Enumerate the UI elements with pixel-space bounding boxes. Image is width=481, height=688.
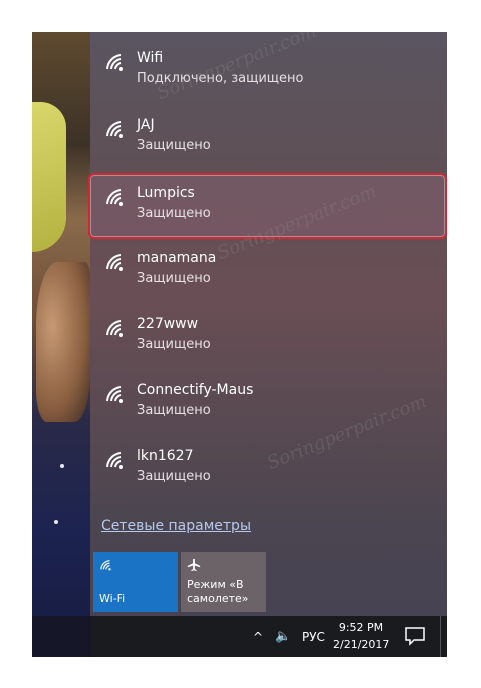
wifi-icon: [100, 560, 111, 571]
network-status: Защищено: [137, 271, 211, 286]
airplane-tile-label-line: Режим «В: [187, 578, 244, 591]
network-status: Защищено: [137, 138, 211, 153]
wallpaper-shape: [36, 262, 90, 422]
network-name: Wifi: [137, 50, 164, 66]
airplane-tile-label-line: самолете»: [187, 592, 249, 605]
network-status: Подключено, защищено: [137, 71, 304, 86]
network-name: Connectify-Maus: [137, 382, 254, 398]
airplane-mode-tile[interactable]: Режим «В самолете»: [181, 552, 266, 612]
airplane-tile-label: Режим «В самолете»: [187, 578, 249, 606]
clock-time: 9:52 PM: [338, 621, 384, 634]
volume-icon[interactable]: 🔈: [275, 616, 291, 657]
network-status: Защищено: [137, 469, 211, 484]
wifi-signal-icon: [106, 121, 123, 138]
wallpaper-dot: [54, 520, 58, 524]
network-status: Защищено: [137, 337, 211, 352]
network-name: 227www: [137, 316, 199, 332]
clock-date: 2/21/2017: [333, 638, 390, 651]
network-name: lkn1627: [137, 448, 194, 464]
network-item-jaj[interactable]: JAJ Защищено: [90, 107, 447, 173]
wifi-tile-label: Wi-Fi: [99, 592, 126, 605]
desktop-wallpaper: [32, 32, 90, 657]
taskbar: ^ 🔈 РУС 9:52 PM 2/21/2017: [32, 616, 447, 657]
taskbar-left: [32, 616, 90, 657]
network-status: Защищено: [137, 403, 211, 418]
input-language-indicator[interactable]: РУС: [302, 616, 325, 657]
taskbar-clock[interactable]: 9:52 PM 2/21/2017: [333, 619, 389, 653]
wallpaper-dot: [60, 464, 64, 468]
wifi-signal-icon: [106, 320, 123, 337]
airplane-icon: [187, 558, 201, 572]
network-name: JAJ: [137, 117, 155, 133]
network-item-lkn1627[interactable]: lkn1627 Защищено: [90, 438, 447, 504]
screenshot-frame: Wifi Подключено, защищено JAJ Защищено L…: [32, 32, 447, 657]
show-desktop-button[interactable]: [440, 616, 441, 657]
network-item-connectify-maus[interactable]: Connectify-Maus Защищено: [90, 372, 447, 438]
wifi-signal-icon: [106, 189, 123, 206]
network-flyout: Wifi Подключено, защищено JAJ Защищено L…: [88, 32, 447, 616]
network-item-wifi[interactable]: Wifi Подключено, защищено: [90, 40, 447, 106]
network-item-manamana[interactable]: manamana Защищено: [90, 240, 447, 306]
action-center-icon[interactable]: [404, 626, 426, 646]
show-hidden-icons-chevron-icon[interactable]: ^: [253, 616, 263, 657]
wifi-toggle-tile[interactable]: Wi-Fi: [93, 552, 178, 612]
network-settings-link[interactable]: Сетевые параметры: [101, 518, 251, 534]
network-status: Защищено: [137, 206, 211, 221]
network-name: manamana: [137, 250, 217, 266]
network-name: Lumpics: [137, 185, 195, 201]
wifi-signal-icon: [106, 386, 123, 403]
network-item-227www[interactable]: 227www Защищено: [90, 306, 447, 372]
wallpaper-shape: [32, 102, 66, 252]
wifi-signal-icon: [106, 452, 123, 469]
wifi-signal-icon: [106, 54, 123, 71]
wifi-signal-icon: [106, 254, 123, 271]
network-item-lumpics[interactable]: Lumpics Защищено: [88, 173, 447, 239]
